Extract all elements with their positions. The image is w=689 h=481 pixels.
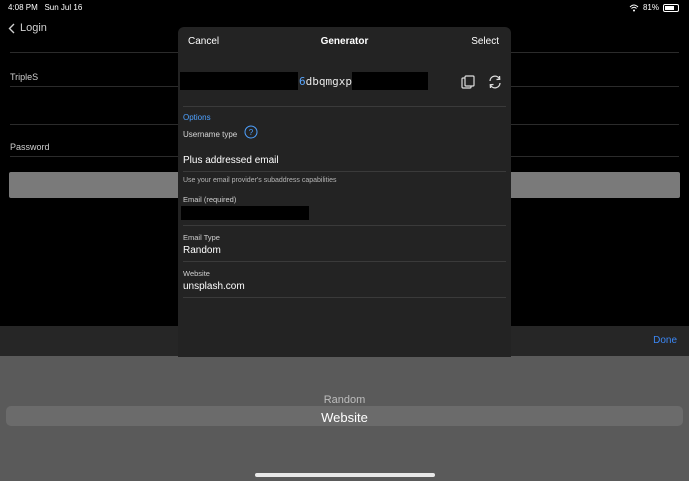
status-time: 4:08 PM [8, 3, 38, 12]
status-right: 81% [629, 3, 679, 12]
username-type-hint: Use your email provider's subaddress cap… [183, 177, 337, 184]
email-type-label: Email Type [183, 233, 220, 242]
done-button[interactable]: Done [653, 335, 677, 346]
picker-option[interactable]: Random [0, 394, 689, 406]
bg-field-label: Password [10, 142, 50, 152]
options-heading: Options [183, 113, 211, 122]
generator-modal: Cancel Generator Select 6dbqmgxp Options… [178, 27, 511, 357]
status-date: Sun Jul 16 [44, 3, 83, 12]
battery-percent: 81% [642, 3, 659, 12]
bg-field-label: TripleS [10, 72, 39, 82]
svg-text:?: ? [249, 128, 254, 137]
refresh-icon[interactable] [487, 74, 503, 90]
picker-option-selected[interactable]: Website [0, 410, 689, 425]
copy-icon[interactable] [460, 74, 476, 90]
redaction-block [180, 72, 298, 90]
divider [183, 106, 506, 107]
username-type-label: Username type [183, 130, 238, 139]
email-label: Email (required) [183, 195, 237, 204]
wifi-icon [629, 4, 639, 11]
chevron-left-icon [8, 23, 15, 33]
email-type-value[interactable]: Random [183, 245, 221, 256]
generated-value: 6dbqmgxp [299, 75, 352, 88]
help-circle-icon[interactable]: ? [244, 125, 258, 139]
divider [183, 261, 506, 262]
divider [183, 171, 506, 172]
picker-wheel[interactable]: Random Website [0, 356, 689, 481]
redaction-block [352, 72, 428, 90]
divider [183, 225, 506, 226]
divider [183, 297, 506, 298]
back-label: Login [20, 22, 47, 34]
email-redaction[interactable] [181, 206, 309, 220]
select-button[interactable]: Select [471, 36, 499, 47]
status-time-date: 4:08 PM Sun Jul 16 [8, 3, 82, 12]
website-label: Website [183, 269, 210, 278]
website-value[interactable]: unsplash.com [183, 281, 245, 292]
status-bar: 4:08 PM Sun Jul 16 81% [0, 0, 689, 14]
modal-header: Cancel Generator Select [178, 27, 511, 57]
username-type-value[interactable]: Plus addressed email [183, 155, 279, 166]
generated-value-row: 6dbqmgxp [178, 70, 511, 94]
home-indicator [255, 473, 435, 477]
modal-title: Generator [320, 36, 369, 47]
battery-icon [663, 3, 679, 12]
back-button[interactable]: Login [8, 22, 47, 34]
